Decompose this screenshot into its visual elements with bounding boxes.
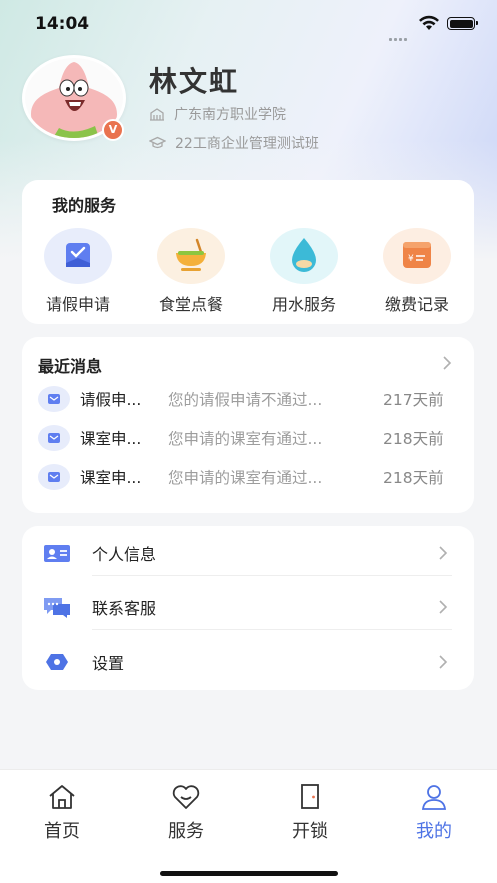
service-leave-request[interactable]: 请假申请 [33,228,123,315]
home-indicator[interactable] [160,871,338,876]
menu-label: 设置 [92,654,125,673]
message-item[interactable]: 课室申... 您申请的课室有通过... 218天前 [38,424,458,452]
user-icon [421,785,447,810]
svg-text:¥: ¥ [408,254,414,264]
cellular-signal-icon [389,26,409,45]
class-info: 22工商企业管理测试班 [149,133,319,153]
user-name: 林文虹 [149,65,240,98]
message-title: 课室申... [80,469,142,487]
service-water[interactable]: 用水服务 [259,228,349,315]
message-mail-icon [38,386,70,412]
message-preview: 您申请的课室有通过... [168,430,323,448]
messages-title: 最近消息 [38,357,103,376]
services-card: 我的服务 请假申请 食堂点餐 用水服务 ¥ 缴费记录 [22,180,474,324]
message-time: 218天前 [383,430,444,448]
service-canteen[interactable]: 食堂点餐 [146,228,236,315]
leave-request-icon [44,228,112,284]
canteen-bowl-icon [157,228,225,284]
chevron-right-icon [439,655,448,669]
class-name: 22工商企业管理测试班 [175,136,319,152]
status-time: 14:04 [35,14,90,34]
water-drop-icon [270,228,338,284]
door-icon [301,784,319,809]
message-mail-icon [38,464,70,490]
school-name: 广东南方职业学院 [174,107,286,123]
battery-icon [447,17,478,30]
divider [92,575,452,576]
tab-label: 首页 [44,821,80,842]
heart-icon [172,785,200,809]
service-label: 食堂点餐 [158,295,223,314]
message-title: 请假申... [80,391,142,409]
message-time: 217天前 [383,391,444,409]
payment-receipt-icon: ¥ [383,228,451,284]
chevron-right-icon [439,600,448,614]
message-mail-icon [38,425,70,451]
menu-label: 个人信息 [92,545,157,564]
tab-mine[interactable]: 我的 [399,782,469,843]
menu-item-contact-support[interactable]: 联系客服 [22,580,474,634]
chevron-right-icon [439,546,448,560]
settings-menu-card: 个人信息 联系客服 设置 [22,526,474,690]
divider [92,629,452,630]
message-preview: 您的请假申请不通过... [168,391,323,409]
message-title: 课室申... [80,430,142,448]
id-card-icon [44,545,70,562]
menu-item-settings[interactable]: 设置 [22,635,474,689]
wifi-icon [419,15,439,30]
service-label: 用水服务 [271,295,336,314]
chevron-right-icon[interactable] [442,355,452,371]
graduation-cap-icon [149,136,166,149]
tab-home[interactable]: 首页 [27,782,97,843]
message-item[interactable]: 课室申... 您申请的课室有通过... 218天前 [38,463,458,491]
menu-item-personal-info[interactable]: 个人信息 [22,526,474,580]
bottom-tab-bar: 首页 服务 开锁 我的 [0,769,497,883]
tab-label: 开锁 [292,821,328,842]
chat-bubbles-icon [44,598,70,618]
vip-badge: V [102,119,124,141]
service-label: 请假申请 [45,295,110,314]
recent-messages-card: 最近消息 请假申... 您的请假申请不通过... 217天前 课室申... 您申… [22,337,474,513]
service-payment[interactable]: ¥ 缴费记录 [372,228,462,315]
services-title: 我的服务 [52,196,117,215]
tab-unlock[interactable]: 开锁 [275,782,345,843]
home-icon [49,785,75,809]
menu-label: 联系客服 [92,599,157,618]
avatar[interactable]: V [22,55,128,141]
message-preview: 您申请的课室有通过... [168,469,323,487]
status-bar: 14:04 [0,0,497,50]
building-icon [150,108,164,121]
message-time: 218天前 [383,469,444,487]
tab-label: 我的 [416,821,452,842]
service-label: 缴费记录 [384,295,449,314]
school-info: 广东南方职业学院 [149,104,286,124]
tab-label: 服务 [168,821,204,842]
message-item[interactable]: 请假申... 您的请假申请不通过... 217天前 [38,385,458,413]
tab-services[interactable]: 服务 [151,782,221,843]
settings-hexagon-icon [46,654,68,670]
